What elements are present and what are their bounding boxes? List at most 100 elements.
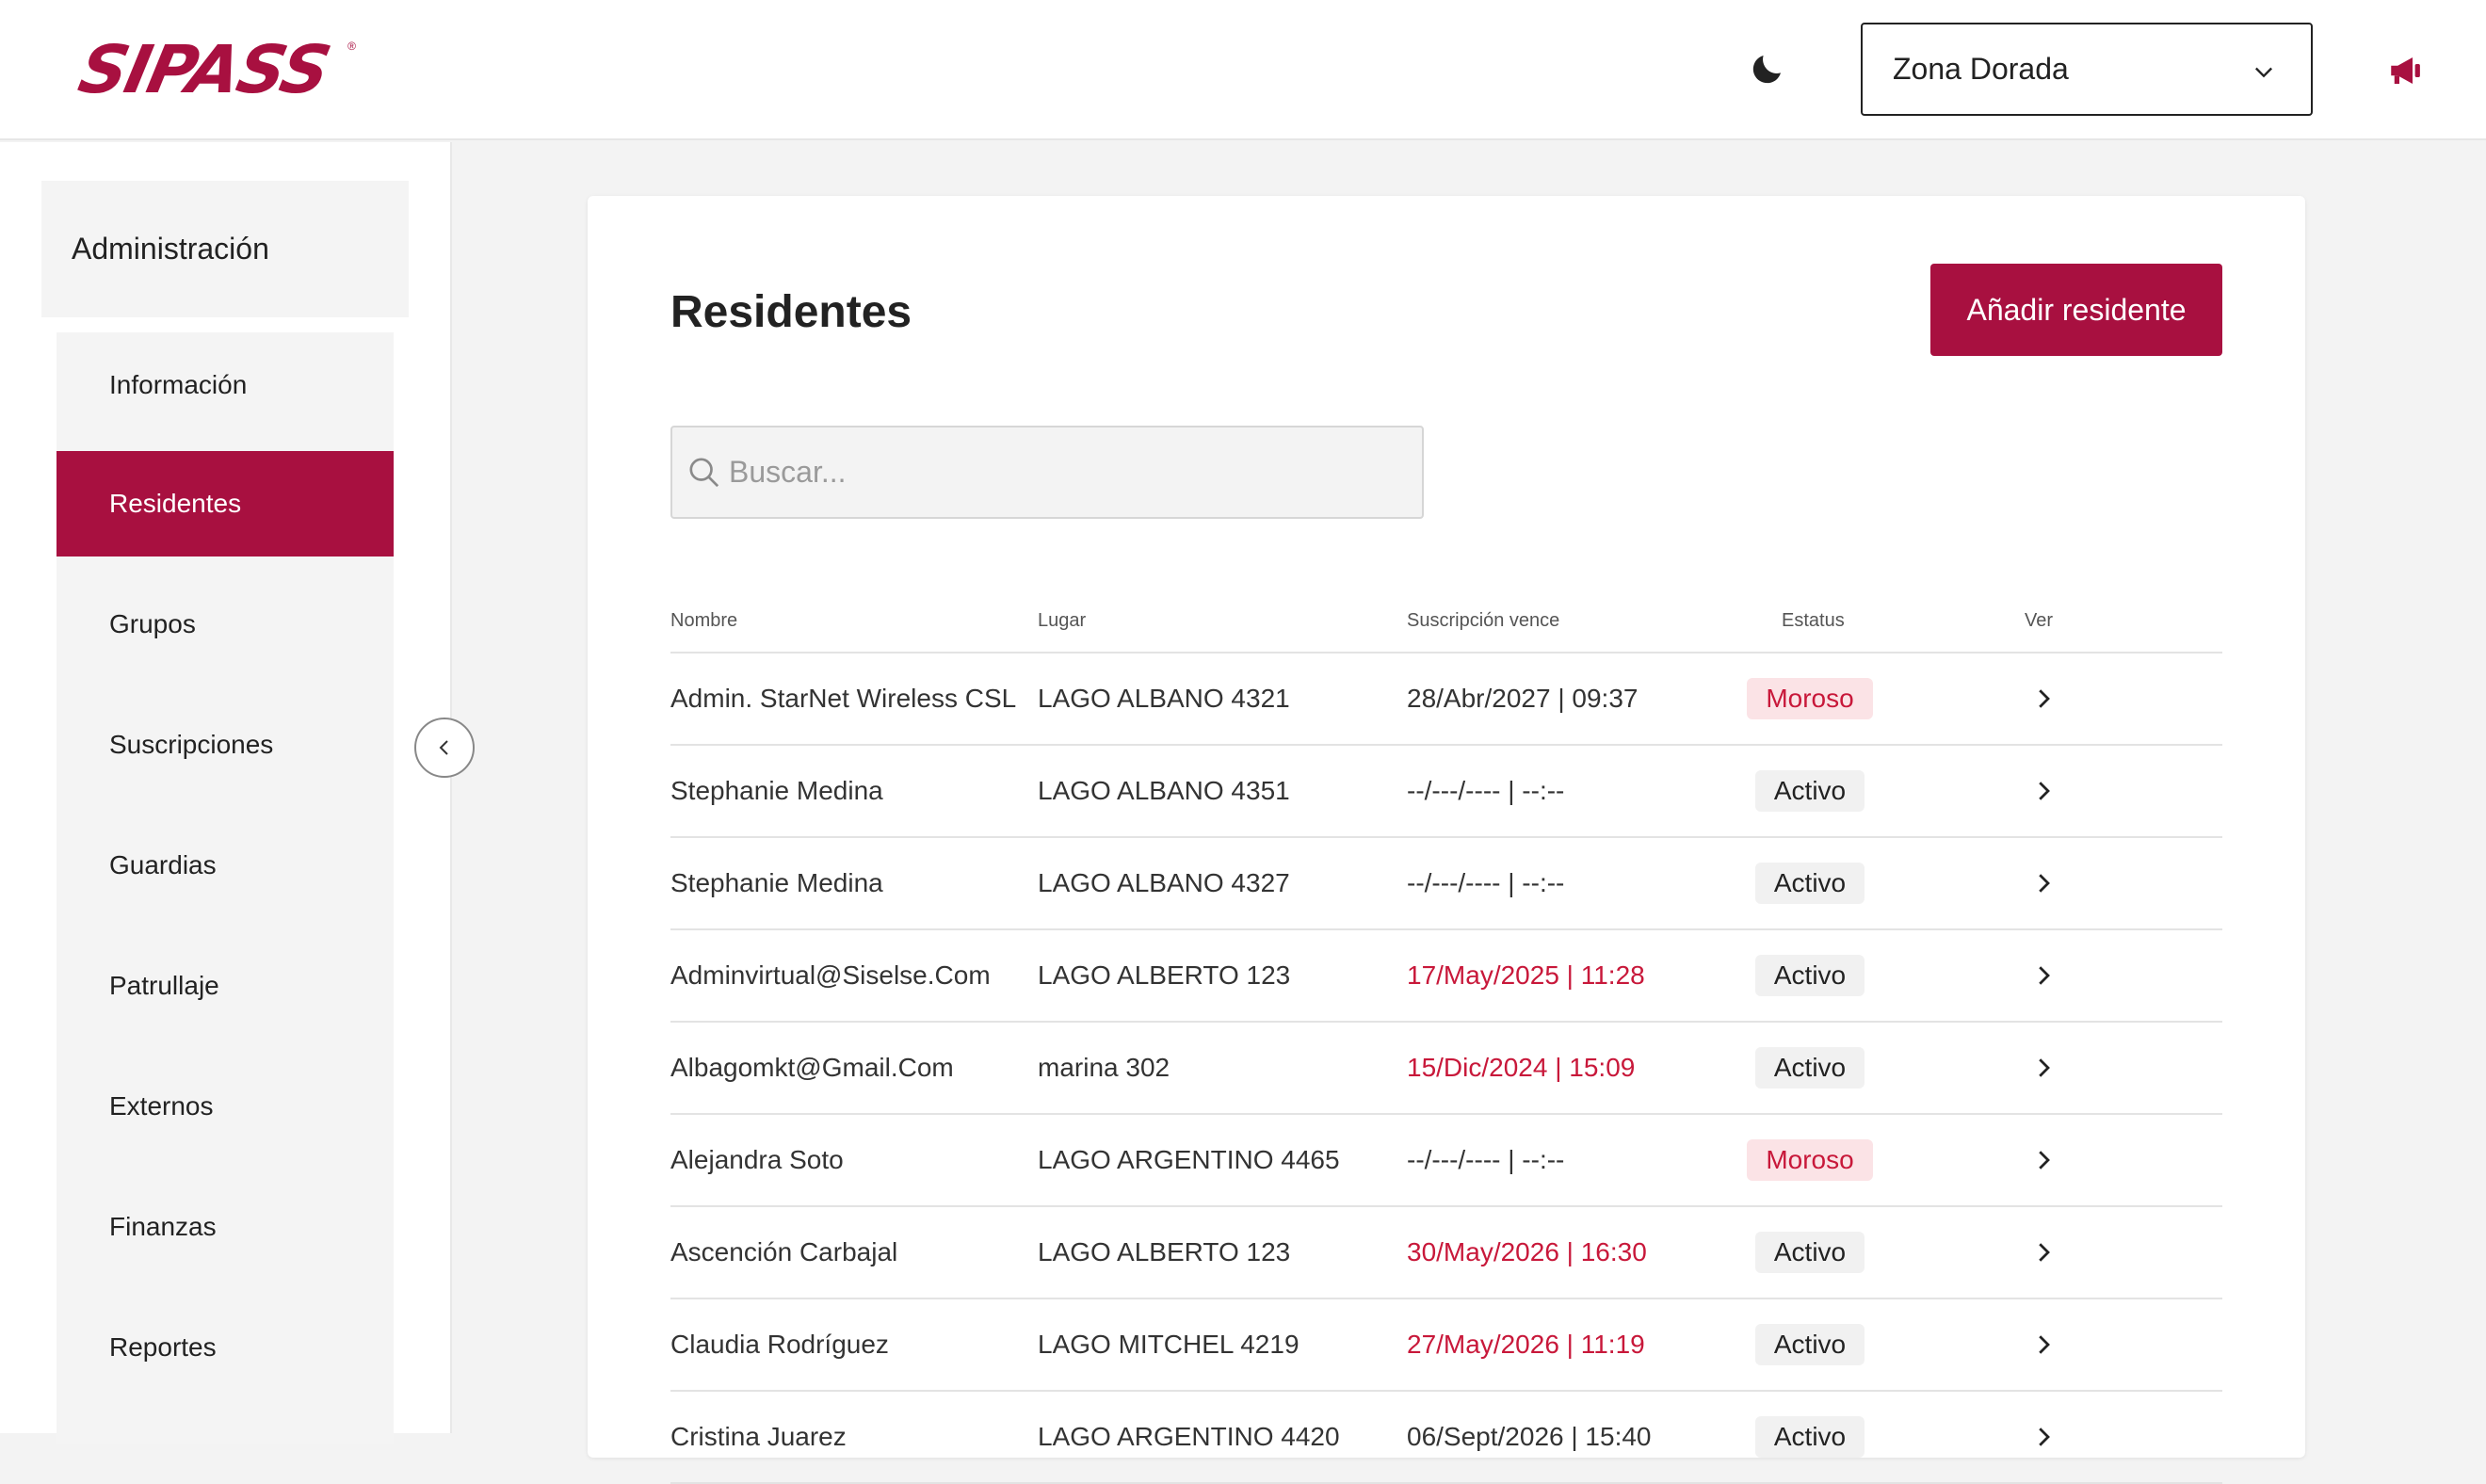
table-row[interactable]: Albagomkt@Gmail.Com marina 302 15/Dic/2024…: [670, 1023, 2222, 1115]
resident-name: Cristina Juarez: [670, 1422, 847, 1451]
resident-place: LAGO ALBANO 4351: [1038, 776, 1290, 805]
column-header-nombre[interactable]: Nombre: [670, 610, 737, 632]
chevron-right-icon: [2039, 1058, 2050, 1077]
zone-select[interactable]: Zona Dorada: [1861, 23, 2313, 116]
collapse-sidebar-button[interactable]: [414, 718, 475, 778]
search-box[interactable]: [670, 426, 1424, 519]
sidebar-item-suscripciones[interactable]: Suscripciones: [56, 692, 394, 798]
status-cell: Moroso: [1735, 1115, 1885, 1205]
search-input[interactable]: [729, 455, 1407, 490]
resident-place: LAGO ALBANO 4327: [1038, 868, 1290, 897]
sidebar-item-informacion[interactable]: Información: [56, 332, 394, 438]
chevron-right-icon: [2039, 1151, 2050, 1169]
top-header: SIPASS ® Zona Dorada: [0, 0, 2486, 140]
table-row[interactable]: Cristina Juarez LAGO ARGENTINO 4420 06/Sep…: [670, 1392, 2222, 1484]
view-resident-button[interactable]: [2026, 930, 2060, 1021]
resident-place: marina 302: [1038, 1053, 1170, 1082]
zone-select-value: Zona Dorada: [1893, 52, 2069, 86]
chevron-right-icon: [2039, 689, 2050, 708]
sidebar-section-title: Administración: [41, 181, 409, 317]
megaphone-icon[interactable]: [2386, 51, 2426, 90]
subscription-expires: 28/Abr/2027 | 09:37: [1407, 684, 1638, 713]
resident-place: LAGO ALBANO 4321: [1038, 684, 1290, 713]
chevron-right-icon: [2039, 782, 2050, 800]
status-badge: Activo: [1754, 955, 1865, 996]
column-header-suscripcion[interactable]: Suscripción vence: [1407, 610, 1559, 632]
view-resident-button[interactable]: [2026, 653, 2060, 744]
status-cell: Activo: [1735, 838, 1885, 928]
chevron-right-icon: [2039, 874, 2050, 893]
view-resident-button[interactable]: [2026, 838, 2060, 928]
chevron-down-icon: [2255, 67, 2272, 78]
sidebar-item-guardias[interactable]: Guardias: [56, 813, 394, 918]
table-row[interactable]: Admin. StarNet Wireless CSL LAGO ALBANO 4…: [670, 653, 2222, 746]
status-badge: Moroso: [1747, 1139, 1873, 1181]
resident-name: Adminvirtual@Siselse.Com: [670, 960, 991, 990]
table-row[interactable]: Stephanie Medina LAGO ALBANO 4351 --/---/-…: [670, 746, 2222, 838]
subscription-expires: 15/Dic/2024 | 15:09: [1407, 1053, 1636, 1082]
view-resident-button[interactable]: [2026, 1299, 2060, 1390]
sidebar-item-finanzas[interactable]: Finanzas: [56, 1174, 394, 1280]
view-resident-button[interactable]: [2026, 1115, 2060, 1205]
status-cell: Activo: [1735, 1023, 1885, 1113]
resident-name: Albagomkt@Gmail.Com: [670, 1053, 954, 1082]
table-body: Admin. StarNet Wireless CSL LAGO ALBANO 4…: [670, 653, 2222, 1484]
resident-name: Stephanie Medina: [670, 868, 883, 897]
status-cell: Moroso: [1735, 653, 1885, 744]
resident-name: Alejandra Soto: [670, 1145, 844, 1174]
sidebar-item-grupos[interactable]: Grupos: [56, 572, 394, 677]
table-row[interactable]: Stephanie Medina LAGO ALBANO 4327 --/---/-…: [670, 838, 2222, 930]
resident-place: LAGO ARGENTINO 4420: [1038, 1422, 1340, 1451]
resident-place: LAGO MITCHEL 4219: [1038, 1330, 1300, 1359]
view-resident-button[interactable]: [2026, 1207, 2060, 1298]
sidebar: Administración Información Residentes Gr…: [0, 142, 452, 1444]
table-row[interactable]: Claudia Rodríguez LAGO MITCHEL 4219 27/May…: [670, 1299, 2222, 1392]
subscription-expires: 17/May/2025 | 11:28: [1407, 960, 1645, 990]
sidebar-item-residentes[interactable]: Residentes: [56, 451, 394, 556]
sidebar-item-patrullaje[interactable]: Patrullaje: [56, 933, 394, 1039]
table-row[interactable]: Adminvirtual@Siselse.Com LAGO ALBERTO 123…: [670, 930, 2222, 1023]
resident-name: Claudia Rodríguez: [670, 1330, 889, 1359]
chevron-right-icon: [2039, 1335, 2050, 1354]
sidebar-item-reportes[interactable]: Reportes: [56, 1295, 394, 1400]
chevron-right-icon: [2039, 1428, 2050, 1446]
status-cell: Activo: [1735, 930, 1885, 1021]
status-badge: Activo: [1754, 863, 1865, 904]
chevron-right-icon: [2039, 1243, 2050, 1262]
moon-icon[interactable]: [1748, 49, 1787, 89]
sipass-logo[interactable]: SIPASS ®: [72, 31, 356, 108]
subscription-expires: 30/May/2026 | 16:30: [1407, 1237, 1647, 1266]
view-resident-button[interactable]: [2026, 1392, 2060, 1482]
sidebar-item-externos[interactable]: Externos: [56, 1054, 394, 1159]
column-header-estatus[interactable]: Estatus: [1782, 610, 1845, 632]
subscription-expires: --/---/---- | --:--: [1407, 776, 1565, 805]
resident-name: Admin. StarNet Wireless CSL: [670, 684, 1017, 713]
resident-place: LAGO ALBERTO 123: [1038, 960, 1291, 990]
table-row[interactable]: Alejandra Soto LAGO ARGENTINO 4465 --/---/…: [670, 1115, 2222, 1207]
resident-name: Stephanie Medina: [670, 776, 883, 805]
status-cell: Activo: [1735, 1392, 1885, 1482]
resident-place: LAGO ARGENTINO 4465: [1038, 1145, 1340, 1174]
chevron-right-icon: [2039, 966, 2050, 985]
status-cell: Activo: [1735, 1207, 1885, 1298]
add-resident-button[interactable]: Añadir residente: [1930, 264, 2222, 356]
logo-text: SIPASS: [72, 31, 336, 108]
subscription-expires: --/---/---- | --:--: [1407, 1145, 1565, 1174]
page-title: Residentes: [670, 287, 912, 337]
view-resident-button[interactable]: [2026, 746, 2060, 836]
column-header-lugar[interactable]: Lugar: [1038, 610, 1086, 632]
table-header: Nombre Lugar Suscripción vence Estatus V…: [670, 597, 2222, 653]
column-header-ver: Ver: [2025, 610, 2054, 631]
subscription-expires: 06/Sept/2026 | 15:40: [1407, 1422, 1652, 1451]
status-badge: Moroso: [1747, 678, 1873, 719]
view-resident-button[interactable]: [2026, 1023, 2060, 1113]
status-cell: Activo: [1735, 1299, 1885, 1390]
status-badge: Activo: [1754, 1047, 1865, 1089]
table-row[interactable]: Ascención Carbajal LAGO ALBERTO 123 30/May…: [670, 1207, 2222, 1299]
residents-table: Nombre Lugar Suscripción vence Estatus V…: [670, 597, 2222, 1484]
residents-card: Residentes Añadir residente Nombre Lugar…: [588, 196, 2305, 1484]
status-badge: Activo: [1754, 770, 1865, 812]
status-badge: Activo: [1754, 1324, 1865, 1365]
status-cell: Activo: [1735, 746, 1885, 836]
status-badge: Activo: [1754, 1232, 1865, 1273]
